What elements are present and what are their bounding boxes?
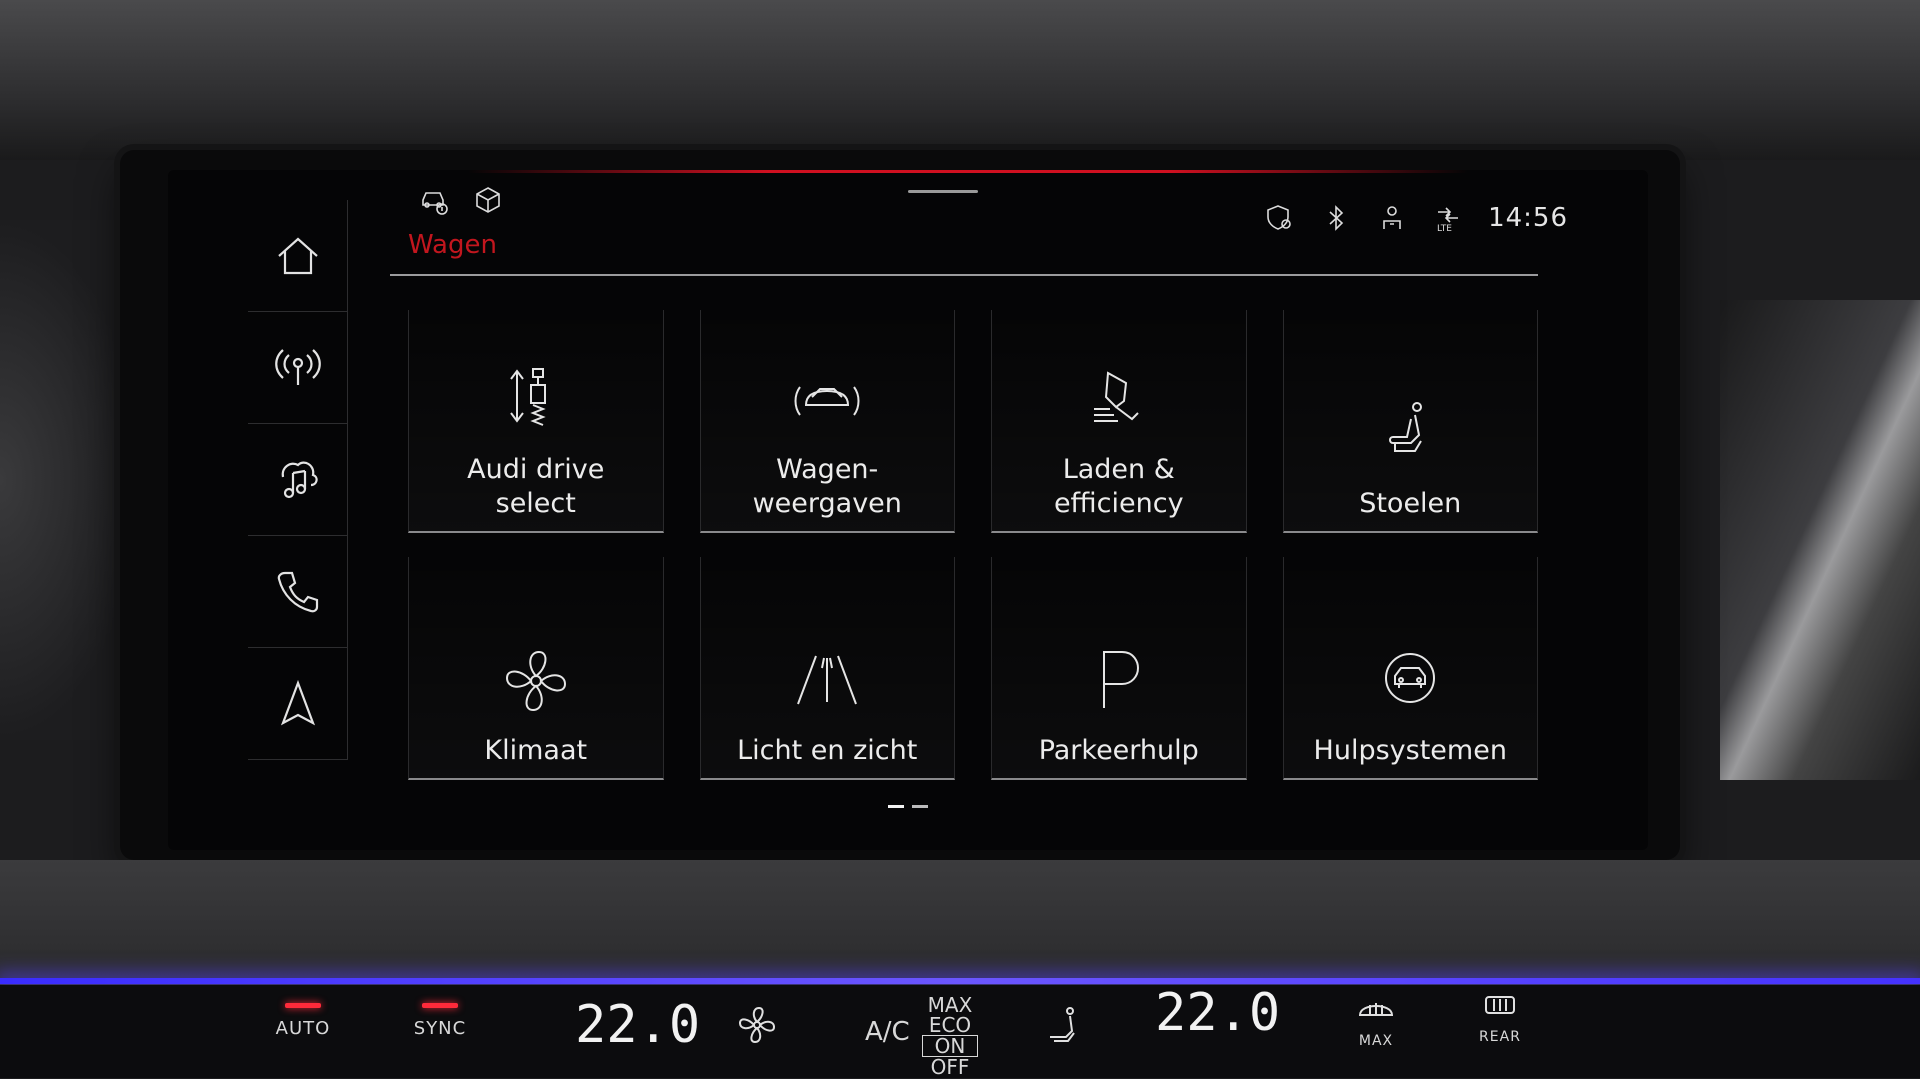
clock: 14:56 [1488, 203, 1568, 233]
left-vent-area [0, 220, 140, 740]
road-lights-icon [797, 655, 858, 705]
location-shield-icon[interactable] [1264, 202, 1296, 234]
sync-led [422, 1003, 458, 1008]
title-divider [390, 274, 1538, 276]
tile-wagen-weergaven[interactable]: Wagen- weergaven [699, 310, 955, 533]
parking-icon [1102, 651, 1139, 708]
rear-defrost-icon [1485, 996, 1515, 1014]
front-defrost-button[interactable]: MAX [1354, 991, 1398, 1049]
tile-licht-en-zicht[interactable]: Licht en zicht [699, 557, 955, 780]
assist-systems-icon [1385, 653, 1436, 703]
dashboard-top [0, 0, 1920, 160]
sidebar [248, 200, 348, 760]
rear-defrost-button[interactable]: REAR [1478, 987, 1522, 1045]
sidebar-item-media[interactable] [248, 424, 348, 536]
car-info-icon[interactable] [418, 184, 450, 216]
bluetooth-icon[interactable] [1320, 202, 1352, 234]
tile-label: Hulpsystemen [1313, 735, 1507, 766]
fan-icon [505, 650, 566, 712]
tile-label: Wagen- weergaven [752, 454, 902, 519]
charging-efficiency-icon [1093, 371, 1139, 422]
front-defrost-icon [1358, 1003, 1394, 1016]
cube-icon[interactable] [472, 184, 504, 216]
max-label: MAX [927, 993, 973, 1017]
on-label: ON [922, 1035, 978, 1057]
max-defrost-label: MAX [1358, 1033, 1394, 1049]
eco-label: ECO [928, 1013, 972, 1037]
left-temperature[interactable]: 22.0 [575, 995, 700, 1055]
tile-label: Laden & efficiency [1053, 454, 1184, 519]
tile-klimaat[interactable]: Klimaat [408, 557, 664, 780]
page-indicator[interactable] [888, 805, 928, 808]
lte-signal-icon: LTE [1432, 202, 1464, 234]
auto-label: AUTO [275, 1018, 331, 1039]
page-dot-1 [888, 805, 904, 808]
fan-speed-icon[interactable] [735, 1003, 779, 1051]
right-temperature[interactable]: 22.0 [1155, 983, 1280, 1043]
seat-icon [1389, 402, 1423, 452]
navigation-icon [280, 679, 315, 725]
tile-hulpsystemen[interactable]: Hulpsystemen [1282, 557, 1538, 780]
tile-label: Licht en zicht [737, 735, 918, 766]
off-label: OFF [930, 1055, 970, 1079]
status-accent-line [468, 170, 1468, 173]
tile-label: Parkeerhulp [1038, 735, 1199, 766]
tile-laden-efficiency[interactable]: Laden & efficiency [991, 310, 1247, 533]
phone-icon [277, 571, 318, 612]
ambient-light-strip [0, 978, 1920, 984]
user-help-icon[interactable] [1376, 202, 1408, 234]
sidebar-item-navigation[interactable] [248, 648, 348, 760]
rear-label: REAR [1479, 1029, 1521, 1045]
sidebar-item-radio[interactable] [248, 312, 348, 424]
music-icon [281, 461, 318, 498]
page-title: Wagen [408, 230, 497, 260]
max-eco-button[interactable]: MAX ECO ON OFF [922, 995, 978, 1077]
sync-button[interactable]: SYNC [405, 985, 475, 1039]
status-right: LTE 14:56 [1264, 202, 1568, 234]
sidebar-item-home[interactable] [248, 200, 348, 312]
infotainment-screen: LTE 14:56 Wagen Audi drive select Wagen-… [168, 170, 1648, 850]
tile-label: Audi drive select [467, 454, 605, 519]
tile-label: Stoelen [1359, 488, 1462, 519]
lte-label: LTE [1437, 224, 1452, 234]
tile-audi-drive-select[interactable]: Audi drive select [408, 310, 664, 533]
menu-grid: Audi drive select Wagen- weergaven Laden… [408, 310, 1538, 780]
tile-label: Klimaat [484, 735, 588, 766]
suspension-icon [509, 368, 546, 426]
tile-stoelen[interactable]: Stoelen [1282, 310, 1538, 533]
climate-panel: AUTO SYNC 22.0 A/C MAX ECO ON OFF 22.0 M… [0, 983, 1920, 1078]
radio-icon [274, 348, 321, 385]
page-dot-2 [912, 805, 928, 808]
sidebar-item-phone[interactable] [248, 536, 348, 648]
car-view-icon [794, 386, 860, 416]
status-left [418, 184, 504, 216]
ac-button[interactable]: A/C [865, 1017, 910, 1047]
sync-label: SYNC [413, 1018, 467, 1039]
tile-parkeerhulp[interactable]: Parkeerhulp [991, 557, 1247, 780]
seat-airflow-icon[interactable] [1040, 1003, 1084, 1051]
home-icon [277, 237, 318, 274]
auto-button[interactable]: AUTO [268, 985, 338, 1039]
right-vent-area [1720, 300, 1920, 780]
auto-led [285, 1003, 321, 1008]
pull-down-handle[interactable] [908, 190, 978, 193]
